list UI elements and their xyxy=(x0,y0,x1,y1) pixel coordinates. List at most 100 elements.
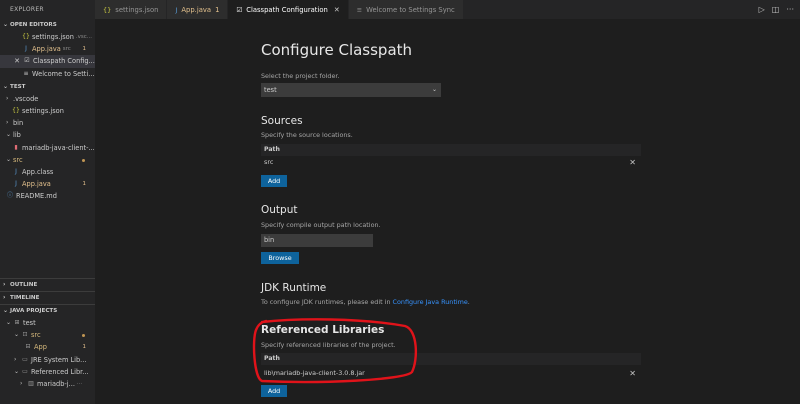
browse-button[interactable]: Browse xyxy=(261,252,299,264)
tree-item-settings-json[interactable]: {} settings.json xyxy=(0,105,95,117)
more-actions-icon[interactable]: ··· xyxy=(77,378,82,390)
timeline-label: TIMELINE xyxy=(10,295,40,301)
tree-item-src[interactable]: ⌄ src xyxy=(0,154,95,166)
classpath-config-icon: ☑ xyxy=(24,57,30,65)
split-editor-icon[interactable]: ◫ xyxy=(772,5,780,14)
project-src[interactable]: ⌄ ⊡ src xyxy=(0,329,95,341)
java-projects-label: JAVA PROJECTS xyxy=(10,308,58,314)
settings-sync-icon: ≡ xyxy=(23,69,29,77)
jdk-desc-text: To configure JDK runtimes, please edit i… xyxy=(261,298,393,306)
close-icon[interactable]: ✕ xyxy=(13,55,21,67)
more-actions-icon[interactable]: ··· xyxy=(786,5,794,14)
open-editor-welcome-settings-sync[interactable]: ≡ Welcome to Setti... xyxy=(0,68,95,80)
add-source-button[interactable]: Add xyxy=(261,175,287,187)
tab-label: settings.json xyxy=(115,5,159,14)
tree-item-lib[interactable]: ⌄ lib xyxy=(0,129,95,141)
tab-welcome-settings-sync[interactable]: ≡ Welcome to Settings Sync xyxy=(348,0,464,19)
tree-item-app-java[interactable]: J App.java 1 xyxy=(0,178,95,190)
modified-dot xyxy=(82,158,85,162)
tree-item-bin[interactable]: › bin xyxy=(0,117,95,129)
class-name: App xyxy=(34,343,47,352)
chevron-down-icon: ⌄ xyxy=(3,82,9,90)
referenced-libraries-description: Specify referenced libraries of the proj… xyxy=(261,341,396,349)
folder-name: bin xyxy=(13,119,24,128)
run-icon[interactable]: ▷ xyxy=(759,5,765,14)
outline-section[interactable]: › OUTLINE xyxy=(0,279,95,291)
page-title: Configure Classpath xyxy=(261,41,413,59)
classpath-config-icon: ☑ xyxy=(236,5,243,14)
info-file-icon: ⓘ xyxy=(6,192,13,200)
libraries-table-row[interactable]: lib\mariadb-java-client-3.0.8.jar ✕ xyxy=(261,367,641,380)
java-file-icon: J xyxy=(25,45,27,53)
project-app[interactable]: ⊟ App 1 xyxy=(0,341,95,353)
explorer-sidebar: EXPLORER ⌄ OPEN EDITORS {} settings.json … xyxy=(0,0,95,404)
open-editors-section[interactable]: ⌄ OPEN EDITORS xyxy=(0,19,95,31)
project-select[interactable]: test ⌄ xyxy=(261,83,441,97)
chevron-right-icon: › xyxy=(14,355,17,363)
jdk-runtime-heading: JDK Runtime xyxy=(261,282,327,294)
jdk-runtime-description: To configure JDK runtimes, please edit i… xyxy=(261,298,470,306)
json-file-icon: {} xyxy=(12,106,20,114)
tree-item-app-class[interactable]: J App.class xyxy=(0,166,95,178)
file-name: settings.json xyxy=(22,106,64,115)
chevron-down-icon: ⌄ xyxy=(14,367,20,375)
chevron-right-icon: › xyxy=(3,281,6,288)
tab-classpath-configuration[interactable]: ☑ Classpath Configuration ✕ xyxy=(228,0,349,19)
tab-settings-json[interactable]: {} settings.json xyxy=(95,0,168,19)
remove-icon[interactable]: ✕ xyxy=(629,156,636,169)
json-file-icon: {} xyxy=(103,5,112,14)
timeline-section[interactable]: › TIMELINE xyxy=(0,292,95,304)
classpath-editor: Configure Classpath Select the project f… xyxy=(95,19,800,404)
open-editor-settings-json[interactable]: {} settings.json .vsc... xyxy=(0,31,95,43)
configure-java-runtime-link[interactable]: Configure Java Runtime xyxy=(393,298,468,306)
java-file-icon: J xyxy=(15,180,17,188)
tree-item-vscode[interactable]: › .vscode xyxy=(0,93,95,105)
outline-label: OUTLINE xyxy=(10,282,38,288)
tab-app-java[interactable]: J App.java 1 xyxy=(167,0,229,19)
editor-actions: ▷ ◫ ··· xyxy=(759,0,794,19)
jar-icon: ▥ xyxy=(28,379,34,387)
libraries-table-header: Path xyxy=(261,353,641,365)
add-library-button[interactable]: Add xyxy=(261,385,287,397)
tab-label: Classpath Configuration xyxy=(246,5,328,14)
folder-name: .vscode xyxy=(13,94,39,103)
source-path: src xyxy=(264,158,274,166)
chevron-down-icon: ⌄ xyxy=(6,319,12,326)
open-editors-label: OPEN EDITORS xyxy=(10,22,57,28)
library-name: Referenced Libr... xyxy=(31,367,89,376)
open-editor-classpath-config[interactable]: ✕ ☑ Classpath Config... xyxy=(0,55,95,68)
sources-table-header: Path xyxy=(261,144,641,156)
explorer-title: EXPLORER xyxy=(10,6,44,13)
output-path-input[interactable]: bin xyxy=(261,234,373,247)
sources-description: Specify the source locations. xyxy=(261,131,353,139)
file-name: settings.json xyxy=(32,33,74,41)
test-folder-label: TEST xyxy=(10,83,26,90)
library-icon: ▭ xyxy=(22,367,28,375)
close-tab-icon[interactable]: ✕ xyxy=(334,6,340,14)
folder-name: lib xyxy=(13,131,21,140)
file-name: mariadb-java-client-... xyxy=(22,143,95,152)
project-jre-system-library[interactable]: › ▭ JRE System Lib... xyxy=(0,354,95,366)
sources-table-row[interactable]: src ✕ xyxy=(261,156,641,169)
editor-tab-bar: {} settings.json J App.java 1 ☑ Classpat… xyxy=(95,0,800,19)
project-referenced-libraries[interactable]: ⌄ ▭ Referenced Libr... xyxy=(0,366,95,378)
file-path-hint: src xyxy=(62,46,71,53)
project-test[interactable]: ⌄ ⊞ test xyxy=(0,317,95,329)
problem-count-badge: 1 xyxy=(215,5,220,14)
file-name: App.java xyxy=(32,45,61,54)
project-select-value: test xyxy=(264,86,277,94)
java-projects-section[interactable]: ⌄ JAVA PROJECTS xyxy=(0,305,95,317)
open-editor-app-java[interactable]: J App.java src 1 xyxy=(0,43,95,55)
tree-item-mariadb-jar[interactable]: ▮ mariadb-java-client-... xyxy=(0,142,95,154)
chevron-down-icon: ⌄ xyxy=(3,21,9,28)
referenced-libraries-heading: Referenced Libraries xyxy=(261,324,385,336)
test-folder-section[interactable]: ⌄ TEST xyxy=(0,81,95,93)
remove-icon[interactable]: ✕ xyxy=(629,367,636,380)
project-mariadb-jar[interactable]: › ▥ mariadb-j... ··· xyxy=(0,378,95,390)
problem-count-badge: 1 xyxy=(82,46,87,53)
settings-sync-icon: ≡ xyxy=(356,5,363,14)
project-name: test xyxy=(23,319,36,327)
tree-item-readme[interactable]: ⓘ README.md xyxy=(0,190,95,202)
folder-name: src xyxy=(13,155,23,164)
file-name: Classpath Config... xyxy=(33,57,95,66)
